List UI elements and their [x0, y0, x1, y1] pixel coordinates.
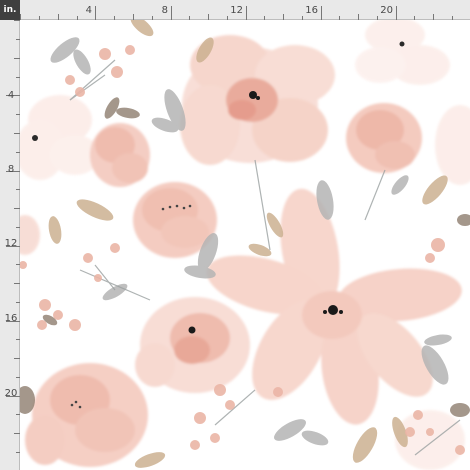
watercolor-floral-icon	[20, 20, 470, 470]
rose-bottom-left	[25, 363, 148, 467]
left-ruler-label-4: 4	[8, 90, 14, 101]
unit-label: in.	[0, 0, 20, 20]
top-ruler-label-20: 20	[380, 5, 393, 16]
flower-right-edge	[435, 105, 470, 185]
pattern-canvas	[20, 20, 470, 470]
flower-left	[20, 95, 100, 180]
top-ruler-label-8: 8	[162, 5, 168, 16]
top-ruler-label-16: 16	[305, 5, 318, 16]
left-ruler-label-8: 8	[8, 164, 14, 175]
top-ruler: 4 8 12 16 20	[20, 0, 470, 20]
peony-right	[346, 103, 422, 173]
left-ruler-label-16: 16	[5, 313, 18, 324]
left-ruler: 4 8 12 16 20	[0, 20, 20, 470]
flower-left-edge	[20, 215, 40, 255]
left-ruler-label-12: 12	[5, 238, 18, 249]
peony-left	[90, 123, 150, 187]
left-ruler-ticks: 4 8 12 16 20	[5, 20, 20, 453]
left-ruler-label-20: 20	[5, 388, 18, 399]
flower-top-right	[355, 20, 450, 85]
top-ruler-label-4: 4	[86, 5, 92, 16]
top-ruler-ticks: 4 8 12 16 20	[20, 5, 453, 20]
rose-lower-center	[135, 297, 250, 393]
top-ruler-label-12: 12	[230, 5, 243, 16]
fabric-preview: in. 4 8 12 16 20 4 8 12 16 20	[0, 0, 470, 470]
